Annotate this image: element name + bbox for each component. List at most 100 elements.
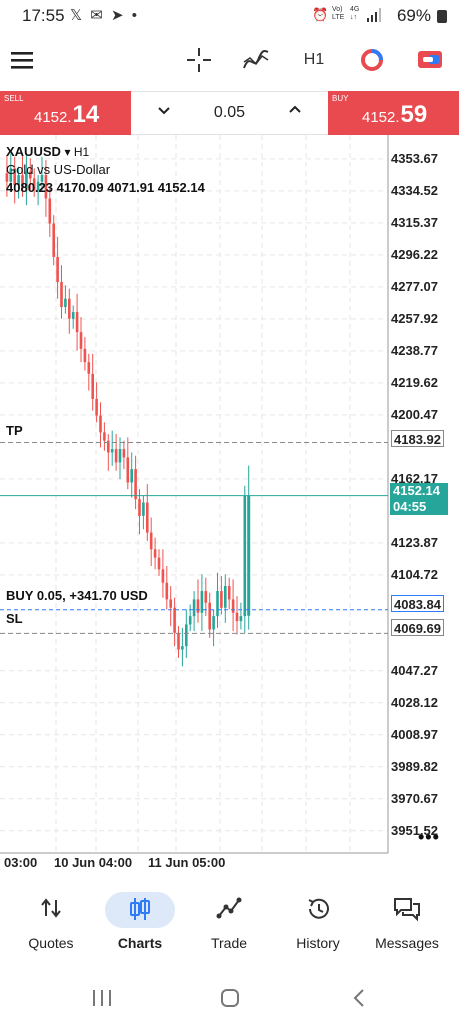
sell-price: 4152.14 bbox=[34, 101, 100, 128]
price-axis-label: 4123.87 bbox=[391, 534, 438, 550]
candle bbox=[142, 495, 145, 530]
nav-quotes[interactable]: Quotes bbox=[5, 882, 97, 962]
candle bbox=[122, 440, 126, 470]
4g-icon: 4G ↓↑ bbox=[350, 6, 360, 21]
price-axis-label: 4008.97 bbox=[391, 726, 438, 742]
nav-charts[interactable]: Charts bbox=[94, 882, 186, 962]
battery-percent: 69% bbox=[396, 6, 431, 25]
back-icon[interactable] bbox=[352, 988, 366, 1013]
history-icon bbox=[272, 896, 364, 924]
candle bbox=[91, 353, 94, 411]
nav-trade[interactable]: Trade bbox=[183, 882, 275, 962]
candle bbox=[157, 549, 161, 577]
position-price-box: 4083.84 bbox=[391, 595, 444, 612]
crosshair-icon[interactable] bbox=[184, 36, 214, 84]
trade-icon bbox=[183, 896, 275, 924]
price-axis-label: 4334.52 bbox=[391, 182, 438, 198]
nav-label: History bbox=[296, 935, 340, 951]
buy-button[interactable]: BUY 4152.59 bbox=[328, 91, 459, 135]
price-axis-label: 3951.52 bbox=[391, 822, 438, 838]
candle bbox=[68, 288, 71, 334]
candle bbox=[107, 434, 110, 471]
time-label: 10 Jun 04:00 bbox=[54, 855, 133, 870]
signal-icon bbox=[367, 8, 381, 27]
nav-history[interactable]: History bbox=[272, 882, 364, 962]
candle bbox=[71, 305, 75, 329]
candle bbox=[208, 592, 211, 638]
sl-label: SL bbox=[6, 611, 23, 626]
chart-toolbar: H1 bbox=[0, 36, 459, 84]
ohlc-values: 4080.23 4170.09 4071.91 4152.14 bbox=[6, 180, 205, 195]
timeframe-marker: ▾ H1 bbox=[64, 145, 90, 159]
one-click-trading-icon[interactable] bbox=[414, 36, 446, 84]
candle bbox=[212, 609, 215, 647]
chart-symbol: XAUUSD ▾ H1 bbox=[6, 144, 90, 159]
candle bbox=[87, 353, 91, 391]
status-bar: 17:55 𝕏 ✉ ➤ • ⏰ Vo) LTE 4G ↓↑ 69% bbox=[0, 0, 459, 32]
candle bbox=[204, 577, 208, 617]
timeframe-button[interactable]: H1 bbox=[296, 36, 332, 84]
candle bbox=[227, 577, 231, 610]
sl-price-box: 4069.69 bbox=[391, 619, 444, 636]
candle bbox=[243, 485, 247, 633]
candle bbox=[200, 574, 204, 632]
alarm-icon: ⏰ bbox=[312, 7, 329, 22]
last-candle bbox=[247, 465, 251, 630]
lot-size-control: 0.05 bbox=[131, 91, 328, 135]
chevron-up-icon[interactable] bbox=[288, 102, 302, 121]
nav-label: Quotes bbox=[28, 935, 74, 951]
recents-icon[interactable] bbox=[92, 989, 112, 1012]
indicators-icon[interactable] bbox=[240, 36, 272, 84]
candle bbox=[165, 565, 169, 610]
notification-icons: 𝕏 ✉ ➤ • bbox=[70, 7, 139, 24]
candle bbox=[118, 437, 122, 480]
buy-label: BUY bbox=[332, 94, 349, 103]
price-axis-label: 4028.12 bbox=[391, 694, 438, 710]
candle bbox=[130, 452, 133, 498]
candle bbox=[99, 402, 102, 448]
battery-icon bbox=[437, 10, 447, 23]
price-axis-label: 4238.77 bbox=[391, 342, 438, 358]
price-axis-label: 4047.27 bbox=[391, 662, 438, 678]
one-click-trade-bar: SELL 4152.14 0.05 BUY 4152.59 bbox=[0, 91, 459, 135]
candle bbox=[188, 604, 192, 632]
home-icon[interactable] bbox=[220, 988, 240, 1013]
candle bbox=[192, 591, 196, 632]
price-axis-label: 4296.22 bbox=[391, 246, 438, 262]
candle bbox=[146, 484, 149, 541]
candle bbox=[79, 317, 83, 363]
time-label: 03:00 bbox=[4, 855, 38, 870]
candle bbox=[56, 236, 59, 299]
volte-icon: Vo) LTE bbox=[332, 6, 345, 21]
candle bbox=[224, 574, 227, 623]
system-navigation bbox=[0, 975, 459, 1024]
price-axis-label: 4277.07 bbox=[391, 278, 438, 294]
price-axis-label: 4200.47 bbox=[391, 406, 438, 422]
tp-label: TP bbox=[6, 423, 23, 438]
candle bbox=[216, 572, 219, 628]
bottom-navigation: Quotes Charts Trade History Messages bbox=[0, 882, 459, 962]
messages-icon bbox=[361, 896, 453, 924]
bar-countdown: 04:55 bbox=[393, 499, 427, 514]
candle bbox=[149, 517, 153, 566]
sell-button[interactable]: SELL 4152.14 bbox=[0, 91, 131, 135]
nav-messages[interactable]: Messages bbox=[361, 882, 453, 962]
candle bbox=[114, 434, 118, 471]
color-scheme-icon[interactable] bbox=[356, 36, 388, 84]
menu-icon[interactable] bbox=[6, 36, 38, 84]
nav-label: Messages bbox=[375, 935, 439, 951]
candle bbox=[103, 422, 106, 451]
price-axis-label: 4162.17 bbox=[391, 470, 438, 486]
candle bbox=[110, 430, 114, 466]
chart-description: Gold vs US-Dollar bbox=[6, 162, 111, 177]
candle bbox=[239, 602, 243, 630]
sell-label: SELL bbox=[4, 94, 24, 103]
charts-icon bbox=[94, 896, 186, 924]
candle bbox=[134, 455, 137, 510]
price-axis-label: 4104.72 bbox=[391, 566, 438, 582]
nav-label: Trade bbox=[210, 935, 248, 951]
candle bbox=[60, 265, 63, 319]
price-axis-label: 4257.92 bbox=[391, 310, 438, 326]
candle bbox=[177, 626, 180, 658]
position-label[interactable]: BUY 0.05, +341.70 USD bbox=[6, 588, 148, 603]
